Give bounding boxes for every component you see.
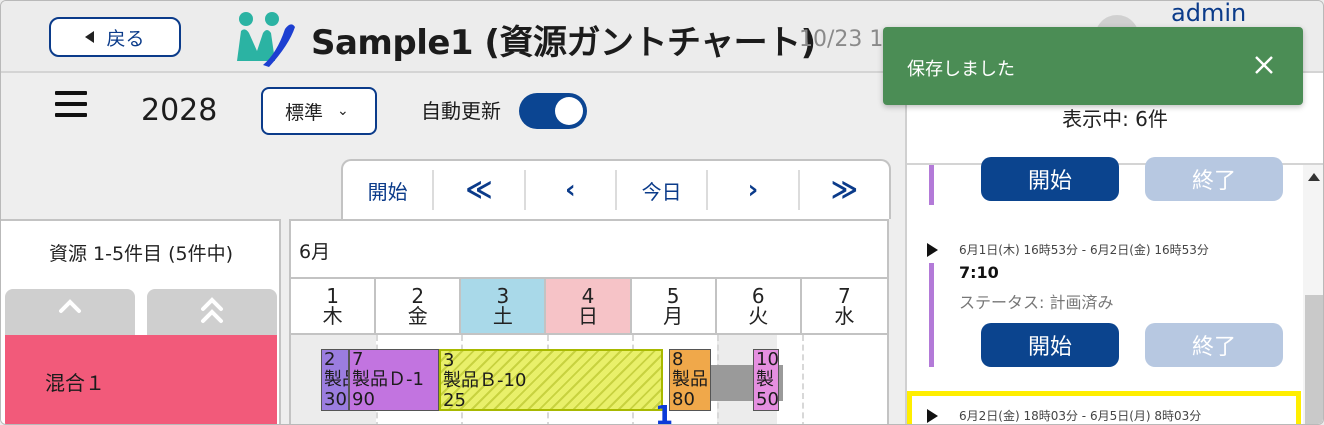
triangle-right-icon[interactable] [927,409,938,423]
back-button-label: 戻る [106,27,145,50]
day-of-week: 月 [663,304,684,328]
day-number: 2 [411,284,425,308]
chevron-up-icon [59,299,81,313]
task-color-bar [929,263,934,367]
showing-count: 表示中: 6件 [1062,107,1168,131]
task-bar[interactable]: 8 製品 80 [669,349,711,411]
day-cell: 4日 [546,279,632,333]
day-number: 5 [666,284,680,308]
chevron-down-icon: ⌄ [337,103,349,119]
app-window: 戻る Sample1 (資源ガントチャート) 10/23 1 admin 202… [0,0,1324,425]
scrollbar[interactable] [1303,165,1323,424]
scroll-up-button[interactable] [5,289,135,335]
scrollbar-thumb[interactable] [1305,295,1323,424]
task-duration: 7:10 [959,263,999,282]
task-bar[interactable]: 10 製 50 [753,349,779,411]
resource-panel: 資源 1-5件目 (5件中) 混合１ [1,219,281,424]
day-cell: 7水 [802,279,887,333]
gantt-chart: 6月 1木2金3土4日5月6火7水 2製品30 7製品Ｄ-190 3製品Ｂ-10… [289,219,889,425]
day-number: 3 [496,284,510,308]
task-status: ステータス: 計画済み [959,293,1114,312]
scroll-top-button[interactable] [147,289,277,335]
hamburger-menu-icon[interactable] [55,91,87,119]
task-start-button[interactable]: 開始 [981,323,1119,367]
day-of-week: 日 [577,304,598,328]
day-header-row: 1木2金3土4日5月6火7水 [291,279,887,335]
auto-update-label: 自動更新 [421,99,501,123]
day-cell: 1木 [291,279,377,333]
task-bar[interactable]: 2製品30 [321,349,349,411]
day-cell: 3土 [461,279,547,333]
day-cell: 5月 [632,279,717,333]
task-color-bar [929,165,934,205]
scroll-up-arrow-icon[interactable] [1308,173,1320,181]
task-date-range: 6月1日(木) 16時53分 - 6月2日(金) 16時53分 [959,243,1209,257]
resource-row[interactable]: 混合１ [5,335,277,424]
day-of-week: 土 [492,304,513,328]
page-title: Sample1 (資源ガントチャート) [311,23,816,63]
day-of-week: 木 [322,304,343,328]
gantt-lane: 2製品30 7製品Ｄ-190 3製品Ｂ-1025 8製品80 10製50 1 [291,335,887,425]
task-bar[interactable]: 7 製品Ｄ-1 90 [349,349,439,411]
task-end-button[interactable]: 終了 [1145,157,1283,201]
day-number: 1 [326,284,339,308]
nav-last-button[interactable]: ≫ [800,170,889,210]
day-cell: 2金 [376,279,462,333]
day-number: 4 [581,284,595,308]
year-label: 2028 [141,93,218,128]
day-number: 6 [751,284,765,308]
nav-first-button[interactable]: ≪ [434,170,526,210]
double-chevron-up-icon [201,297,223,323]
nav-start-button[interactable]: 開始 [343,170,435,210]
auto-update-toggle[interactable] [519,93,587,129]
day-of-week: 水 [834,304,855,328]
resource-count-title: 資源 1-5件目 (5件中) [48,243,234,265]
nav-next-button[interactable]: › [708,170,800,210]
task-end-button[interactable]: 終了 [1145,323,1283,367]
task-start-button[interactable]: 開始 [981,157,1119,201]
app-logo [237,12,295,67]
month-header: 6月 [291,221,887,279]
date-meta: 10/23 1 [799,27,884,52]
day-number: 7 [838,284,851,308]
toggle-knob [555,97,583,125]
save-toast: 保存しました [883,27,1303,105]
day-cell: 6火 [717,279,802,333]
gridline [802,335,804,424]
back-button[interactable]: 戻る [49,17,181,57]
toast-message: 保存しました [907,59,1015,80]
task-list-panel: 表示中: 6件 開始 終了 6月1日(木) 16時53分 - 6月2日(金) 1… [905,73,1323,424]
date-navigation: 開始 ≪ ‹ 今日 › ≫ [341,159,891,219]
triangle-right-icon[interactable] [927,243,938,257]
bar-marker-label: 1 [655,401,674,425]
task-bar-selected[interactable]: 3 製品Ｂ-10 25 [439,349,663,411]
day-of-week: 金 [407,304,428,328]
close-icon[interactable] [1253,54,1275,76]
user-name[interactable]: admin [1171,1,1246,27]
nav-today-button[interactable]: 今日 [617,170,709,210]
view-mode-select[interactable]: 標準 ⌄ [261,87,377,135]
triangle-left-icon [85,31,95,43]
task-date-range: 6月2日(金) 18時03分 - 6月5日(月) 8時03分 [959,409,1202,423]
nav-prev-button[interactable]: ‹ [526,170,617,210]
day-of-week: 火 [748,304,769,328]
view-mode-value: 標準 [285,101,324,124]
